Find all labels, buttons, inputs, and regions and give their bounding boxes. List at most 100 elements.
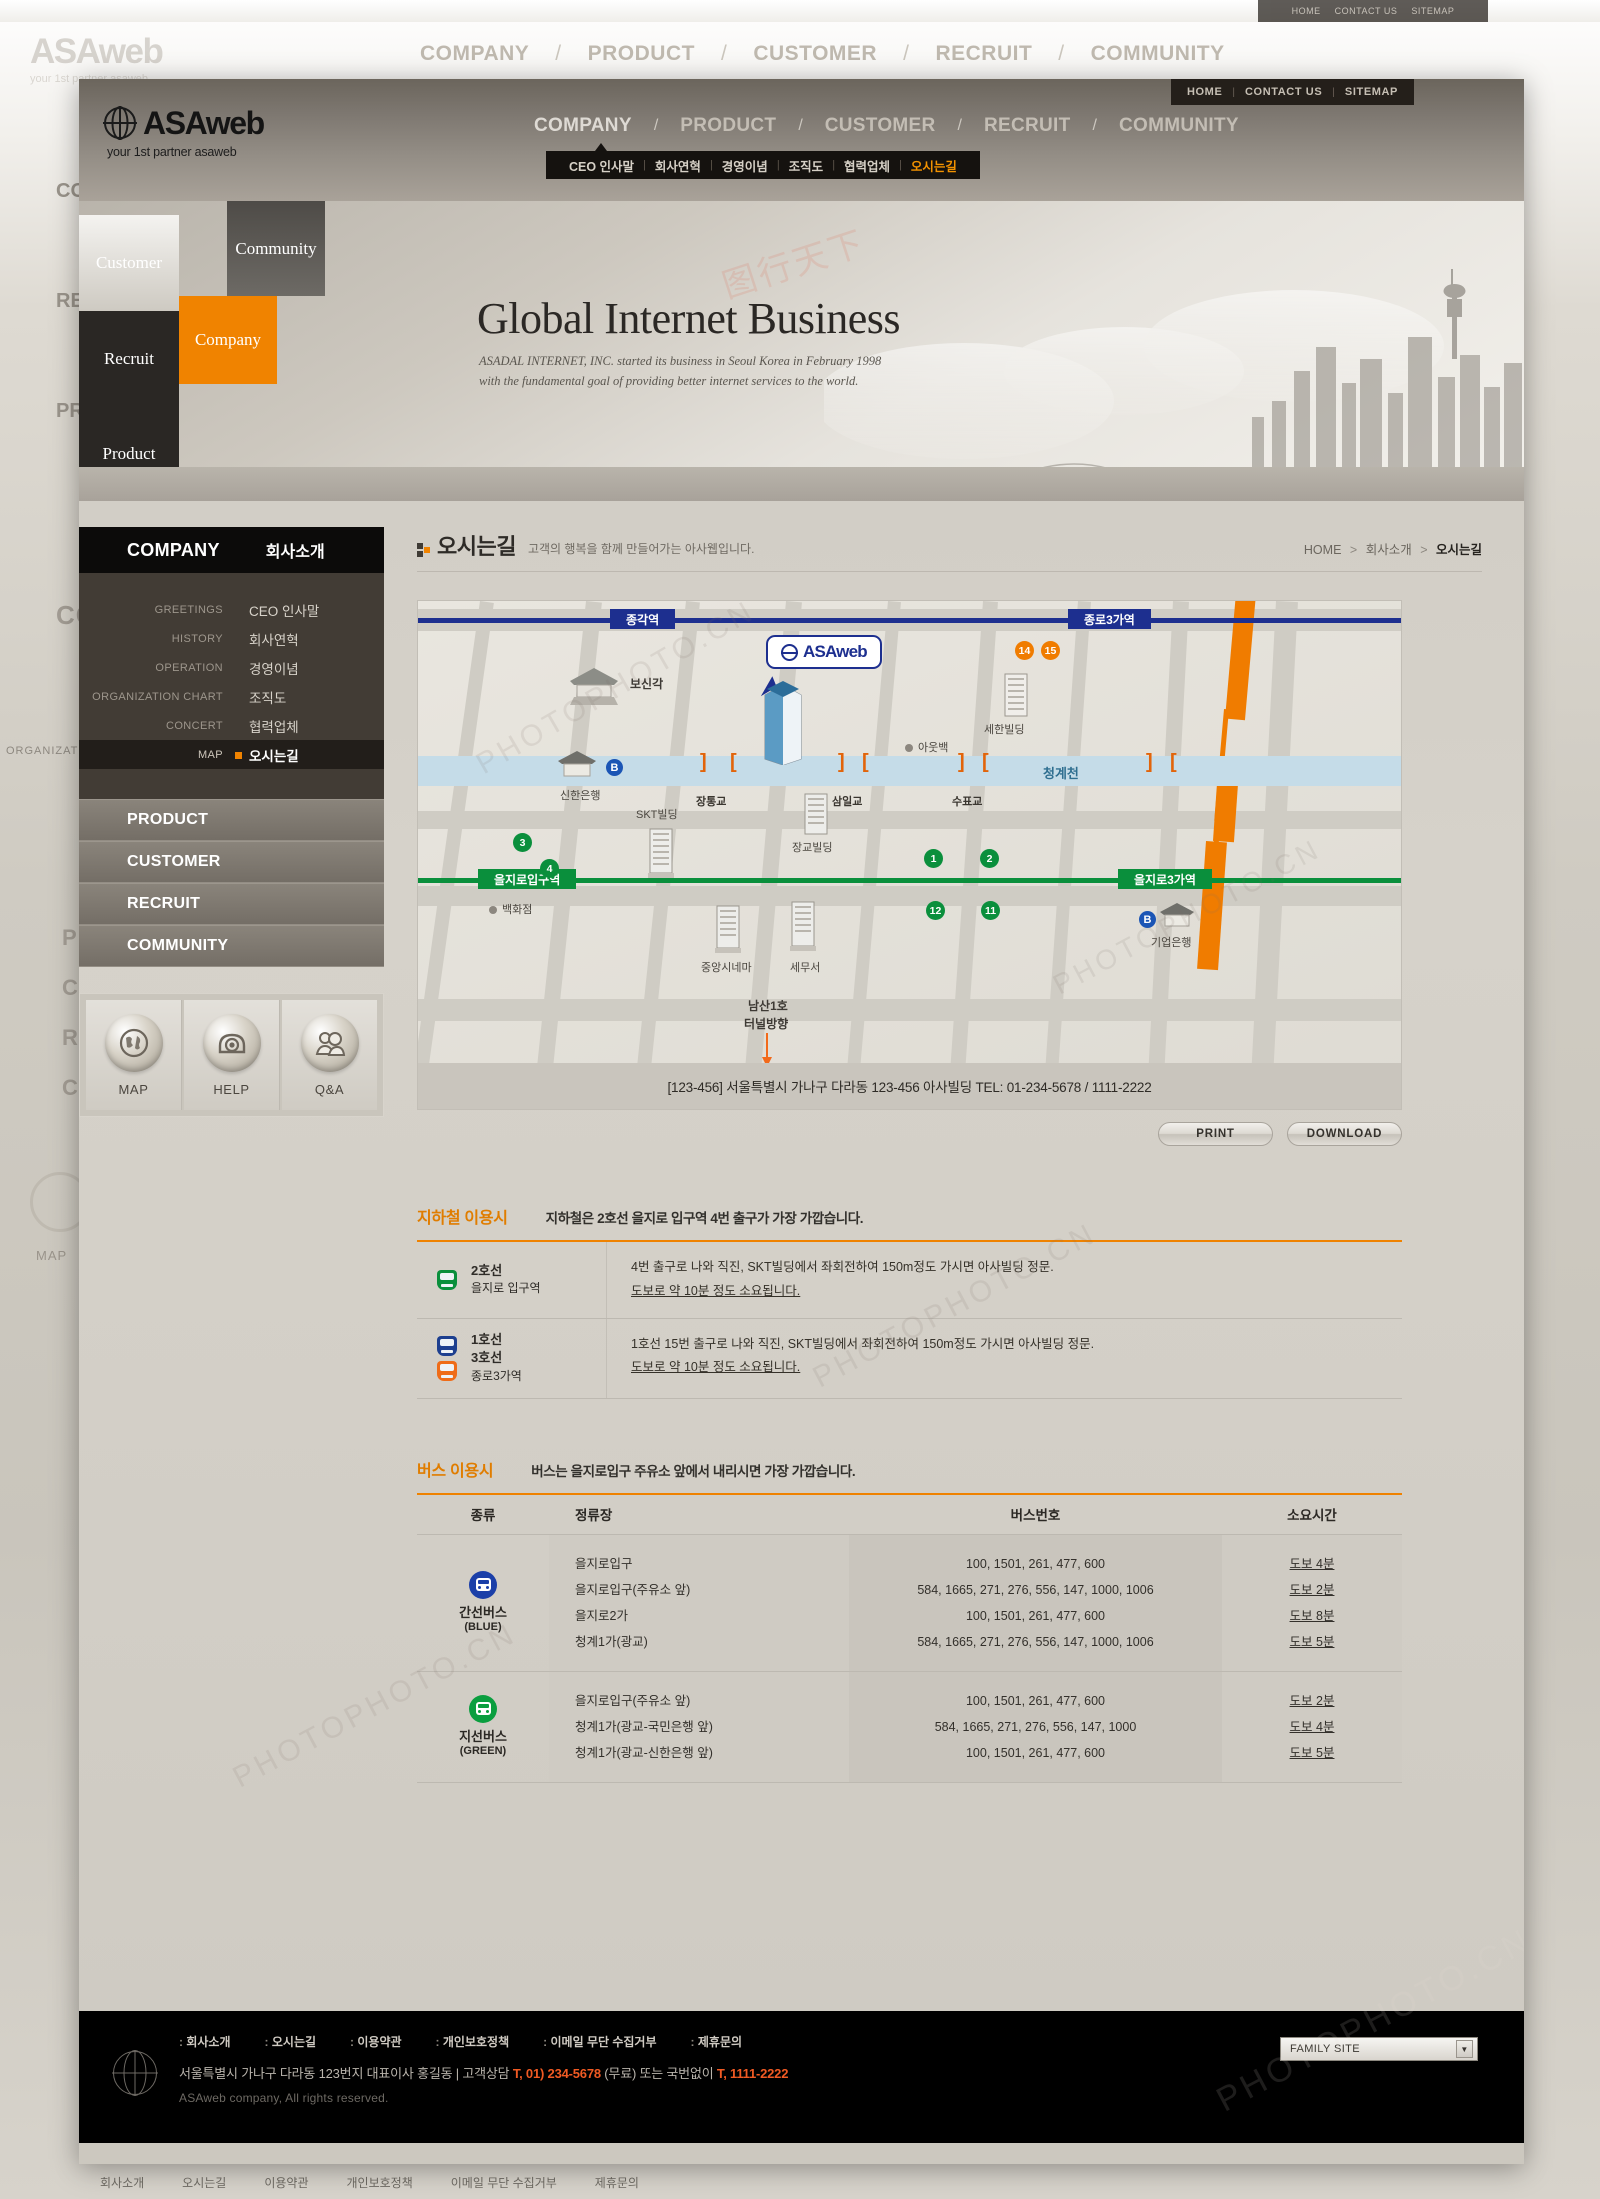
- bus-times-cell: 도보 2분 도보 4분 도보 5분: [1222, 1672, 1402, 1782]
- nav-separator: /: [957, 117, 962, 134]
- nav-customer[interactable]: CUSTOMER: [825, 115, 936, 137]
- bus-icon: [469, 1570, 497, 1599]
- subway-station-name: 을지로 입구역: [471, 1281, 541, 1296]
- sidebar-item-product[interactable]: PRODUCT: [79, 799, 384, 841]
- bus-time: 도보 2분: [1289, 1693, 1335, 1708]
- bus-stop: 청계1가(광교-국민은행 앞): [575, 1719, 713, 1734]
- chevron-down-icon[interactable]: ▼: [1456, 2040, 1473, 2058]
- bus-icon: [469, 1694, 497, 1723]
- sidebar-item-greetings[interactable]: GREETINGS CEO 인사말: [79, 595, 384, 624]
- bus-numbers: 584, 1665, 271, 276, 556, 147, 1000: [934, 1719, 1137, 1734]
- family-site-label: FAMILY SITE: [1290, 2043, 1361, 2055]
- sidebar-item-history[interactable]: HISTORY 회사연혁: [79, 624, 384, 653]
- subnav-history[interactable]: 회사연혁: [646, 156, 710, 175]
- bus-numbers: 584, 1665, 271, 276, 556, 147, 1000, 100…: [917, 1634, 1154, 1649]
- footer-link-email-reject[interactable]: 이메일 무단 수집거부: [543, 2033, 656, 2050]
- quick-link-help-label: HELP: [213, 1081, 250, 1097]
- sidebar-item-map-ko: 오시는길: [249, 748, 299, 764]
- site-logo[interactable]: ASAweb your 1st partner asaweb: [104, 106, 265, 159]
- utility-link-contact-us[interactable]: CONTACT US: [1245, 86, 1322, 98]
- phone-glyph: [218, 1033, 245, 1053]
- sidebar-item-community[interactable]: COMMUNITY: [79, 925, 384, 967]
- quick-link-help[interactable]: HELP: [184, 1000, 280, 1110]
- skt-building-icon: [648, 828, 674, 878]
- footer-links: 회사소개 오시는길 이용약관 개인보호정책 이메일 무단 수집거부 제휴문의: [179, 2033, 742, 2050]
- family-site-select[interactable]: FAMILY SITE ▼: [1280, 2037, 1478, 2061]
- train-icon-group: [437, 1269, 457, 1290]
- utility-sep: |: [1232, 86, 1235, 98]
- map-exit-14: 14: [1015, 641, 1034, 660]
- breadcrumb-company[interactable]: 회사소개: [1366, 543, 1412, 557]
- bridge-marker-icon: ]: [700, 751, 707, 773]
- quick-link-qa[interactable]: Q&A: [282, 1000, 377, 1110]
- page-card: HOME | CONTACT US | SITEMAP ASAweb your …: [79, 79, 1524, 2164]
- ghost-nav-customer: CUSTOMER: [753, 42, 878, 65]
- globe-icon: [113, 2050, 157, 2096]
- map-label-river: 청계천: [1043, 766, 1079, 781]
- map-label-skt-building: SKT빌딩: [636, 809, 678, 821]
- bus-numbers: 584, 1665, 271, 276, 556, 147, 1000, 100…: [917, 1582, 1154, 1597]
- hero-title: Global Internet Business: [477, 294, 901, 343]
- map-exit-15: 15: [1041, 641, 1060, 660]
- sidebar-item-recruit[interactable]: RECRUIT: [79, 883, 384, 925]
- hero-tile-recruit[interactable]: Recruit: [79, 311, 179, 406]
- subway-line-name: 2호선: [471, 1262, 503, 1278]
- bus-stop: 청계1가(광교): [575, 1634, 648, 1649]
- sidebar-item-concert[interactable]: CONCERT 협력업체: [79, 711, 384, 740]
- hero-tile-customer[interactable]: Customer: [79, 215, 179, 311]
- sidebar-item-operation-en: OPERATION: [155, 661, 223, 674]
- nav-product[interactable]: PRODUCT: [680, 115, 776, 137]
- asaweb-map-balloon: ASAweb: [766, 635, 882, 669]
- nav-community[interactable]: COMMUNITY: [1119, 115, 1239, 137]
- hero-tile-company[interactable]: Company: [179, 296, 277, 384]
- download-button[interactable]: DOWNLOAD: [1287, 1122, 1402, 1146]
- bus-time: 도보 4분: [1289, 1556, 1335, 1571]
- subway-row: 1호선 3호선 종로3가역 1호선 15번 출구로 나와 직진, SKT빌딩에서…: [417, 1318, 1402, 1399]
- sidebar-item-organization-chart[interactable]: ORGANIZATION CHART 조직도: [79, 682, 384, 711]
- bridge-marker-icon: [: [1170, 751, 1177, 773]
- ghost-utility-contact: CONTACT US: [1334, 6, 1398, 16]
- footer-link-map[interactable]: 오시는길: [265, 2033, 316, 2050]
- hero-banner: Customer Community Recruit Company Produ…: [79, 201, 1524, 501]
- ghost-nav-product: PRODUCT: [587, 42, 695, 65]
- location-map[interactable]: 청계천 종각역 종로3가역 을지로입구역 을지로3가역 14 15 1 2 3 …: [417, 600, 1402, 1110]
- print-button[interactable]: PRINT: [1158, 1122, 1273, 1146]
- utility-link-home[interactable]: HOME: [1187, 86, 1222, 98]
- footer-link-terms[interactable]: 이용약관: [350, 2033, 401, 2050]
- subway-station-name: 종로3가역: [471, 1369, 522, 1384]
- breadcrumb-home[interactable]: HOME: [1304, 543, 1342, 557]
- nav-company[interactable]: COMPANY: [534, 115, 632, 137]
- footer-link-partnership[interactable]: 제휴문의: [691, 2033, 742, 2050]
- lnb-header-en: COMPANY: [127, 539, 220, 560]
- ghost-quick-map-label: MAP: [36, 1248, 68, 1263]
- utility-link-sitemap[interactable]: SITEMAP: [1345, 86, 1398, 98]
- sidebar-item-concert-en: CONCERT: [166, 719, 223, 732]
- subnav-org-chart[interactable]: 조직도: [780, 156, 833, 175]
- subway-walk-time-text: 도보로 약 10분 정도 소요됩니다.: [631, 1283, 801, 1298]
- bus-type-cell: 지선버스 (GREEN): [417, 1672, 549, 1782]
- train-icon: [437, 1335, 457, 1356]
- sidebar-item-operation[interactable]: OPERATION 경영이념: [79, 653, 384, 682]
- nav-recruit[interactable]: RECRUIT: [984, 115, 1071, 137]
- hero-tile-community[interactable]: Community: [227, 201, 325, 296]
- sidebar-item-greetings-en: GREETINGS: [154, 603, 223, 616]
- subnav-operation[interactable]: 경영이념: [713, 156, 777, 175]
- footer-link-company[interactable]: 회사소개: [179, 2033, 230, 2050]
- subway-row: 2호선 을지로 입구역 4번 출구로 나와 직진, SKT빌딩에서 좌회전하여 …: [417, 1242, 1402, 1319]
- sehan-building-icon: [1004, 673, 1028, 717]
- bridge-marker-icon: [: [982, 751, 989, 773]
- subway-section-header: 지하철 이용시 지하철은 2호선 을지로 입구역 4번 출구가 가장 가깝습니다…: [417, 1204, 1402, 1228]
- subway-b-sign-icon: B: [606, 759, 623, 776]
- subway-walk-time-text: 도보로 약 10분 정도 소요됩니다.: [631, 1360, 801, 1375]
- sidebar-item-customer[interactable]: CUSTOMER: [79, 841, 384, 883]
- footer-link-privacy[interactable]: 개인보호정책: [436, 2033, 509, 2050]
- bus-numbers: 100, 1501, 261, 477, 600: [965, 1745, 1105, 1760]
- quick-link-map[interactable]: MAP: [86, 1000, 182, 1110]
- footer-tel-2: T, 1111-2222: [716, 2066, 789, 2081]
- sidebar-item-map[interactable]: MAP 오시는길: [79, 740, 384, 769]
- subnav-map-active[interactable]: 오시는길: [902, 156, 966, 175]
- map-exit-4: 4: [540, 859, 559, 878]
- subnav-partners[interactable]: 협력업체: [835, 156, 899, 175]
- subnav-ceo-greeting[interactable]: CEO 인사말: [560, 156, 643, 175]
- ghost-mainnav: COMPANY / PRODUCT / CUSTOMER / RECRUIT /…: [420, 42, 1540, 66]
